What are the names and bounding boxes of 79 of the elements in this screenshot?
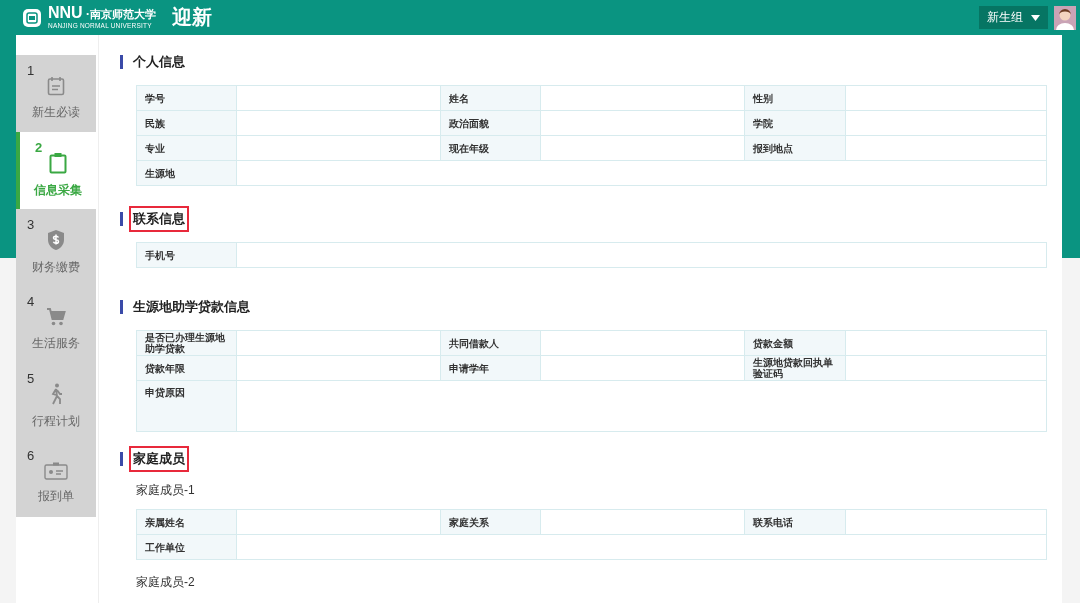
caret-icon: [1031, 14, 1040, 21]
logo-text: NNU: [48, 5, 83, 22]
section-title: 个人信息: [132, 53, 186, 71]
app-title: 迎新: [171, 5, 212, 30]
input-field[interactable]: [846, 331, 1047, 356]
id-card-icon: [44, 462, 68, 480]
input-field[interactable]: [846, 356, 1047, 381]
field-label: 是否已办理生源地助学贷款: [137, 331, 237, 356]
field-label: 申请学年: [441, 356, 541, 381]
step-tab[interactable]: 4 生活服务: [16, 286, 96, 363]
dollar-shield-icon: [46, 229, 66, 251]
step-number: 5: [27, 371, 35, 386]
input-field[interactable]: [541, 136, 745, 161]
field-label: 现在年级: [441, 136, 541, 161]
step-label: 行程计划: [32, 413, 80, 430]
step-number: 6: [27, 448, 35, 463]
input-field[interactable]: [846, 86, 1047, 111]
field-label: 共同借款人: [441, 331, 541, 356]
user-menu-button[interactable]: 新生组: [979, 6, 1048, 29]
field-label: 贷款年限: [137, 356, 237, 381]
step-number: 2: [35, 140, 43, 155]
field-label: 姓名: [441, 86, 541, 111]
clipboard-icon: [49, 152, 67, 174]
input-field[interactable]: [237, 535, 1047, 560]
input-field[interactable]: [541, 356, 745, 381]
input-field[interactable]: [237, 510, 441, 535]
field-label: 学号: [137, 86, 237, 111]
field-label: 亲属姓名: [137, 510, 237, 535]
input-field[interactable]: [541, 331, 745, 356]
field-label: 性别: [745, 86, 846, 111]
avatar-icon[interactable]: [1054, 5, 1076, 30]
step-label: 新生必读: [32, 104, 80, 121]
field-label: 政治面貌: [441, 111, 541, 136]
field-label: 生源地贷款回执单验证码: [745, 356, 846, 381]
step-tab[interactable]: 5 行程计划: [16, 363, 96, 440]
input-field[interactable]: [237, 161, 1047, 186]
input-field[interactable]: [846, 111, 1047, 136]
logo-chinese-name: ·南京师范大学: [85, 9, 156, 21]
step-tab[interactable]: 3 财务缴费: [16, 209, 96, 286]
university-logo-icon: [22, 7, 42, 28]
field-label: 专业: [137, 136, 237, 161]
input-field[interactable]: [237, 331, 441, 356]
field-label: 生源地: [137, 161, 237, 186]
field-label: 民族: [137, 111, 237, 136]
field-label: 手机号: [137, 243, 237, 268]
input-field[interactable]: [541, 510, 745, 535]
input-field[interactable]: [237, 136, 441, 161]
field-label: 贷款金额: [745, 331, 846, 356]
input-field[interactable]: [541, 111, 745, 136]
section-title: 家庭成员: [129, 446, 189, 472]
field-label: 工作单位: [137, 535, 237, 560]
input-field[interactable]: [237, 243, 1047, 268]
step-number: 1: [27, 63, 35, 78]
field-label: 申贷原因: [137, 381, 237, 432]
input-field[interactable]: [237, 381, 1047, 432]
field-label: 家庭关系: [441, 510, 541, 535]
field-label: 学院: [745, 111, 846, 136]
step-number: 3: [27, 217, 35, 232]
step-tab[interactable]: 6 报到单: [16, 440, 96, 517]
input-field[interactable]: [237, 356, 441, 381]
step-number: 4: [27, 294, 35, 309]
input-field[interactable]: [846, 136, 1047, 161]
input-field[interactable]: [846, 510, 1047, 535]
calendar-icon: [47, 76, 65, 96]
group-subtitle: 家庭成员-2: [136, 574, 196, 591]
step-tab[interactable]: 1 新生必读: [16, 55, 96, 132]
input-field[interactable]: [541, 86, 745, 111]
step-label: 财务缴费: [32, 259, 80, 276]
shopping-cart-icon: [46, 307, 66, 327]
step-label: 信息采集: [34, 182, 82, 199]
step-label: 生活服务: [32, 335, 80, 352]
section-title: 联系信息: [129, 206, 189, 232]
field-label: 报到地点: [745, 136, 846, 161]
input-field[interactable]: [237, 111, 441, 136]
field-label: 联系电话: [745, 510, 846, 535]
group-subtitle: 家庭成员-1: [136, 482, 196, 499]
input-field[interactable]: [237, 86, 441, 111]
step-label: 报到单: [38, 488, 74, 505]
section-title: 生源地助学贷款信息: [132, 298, 251, 316]
